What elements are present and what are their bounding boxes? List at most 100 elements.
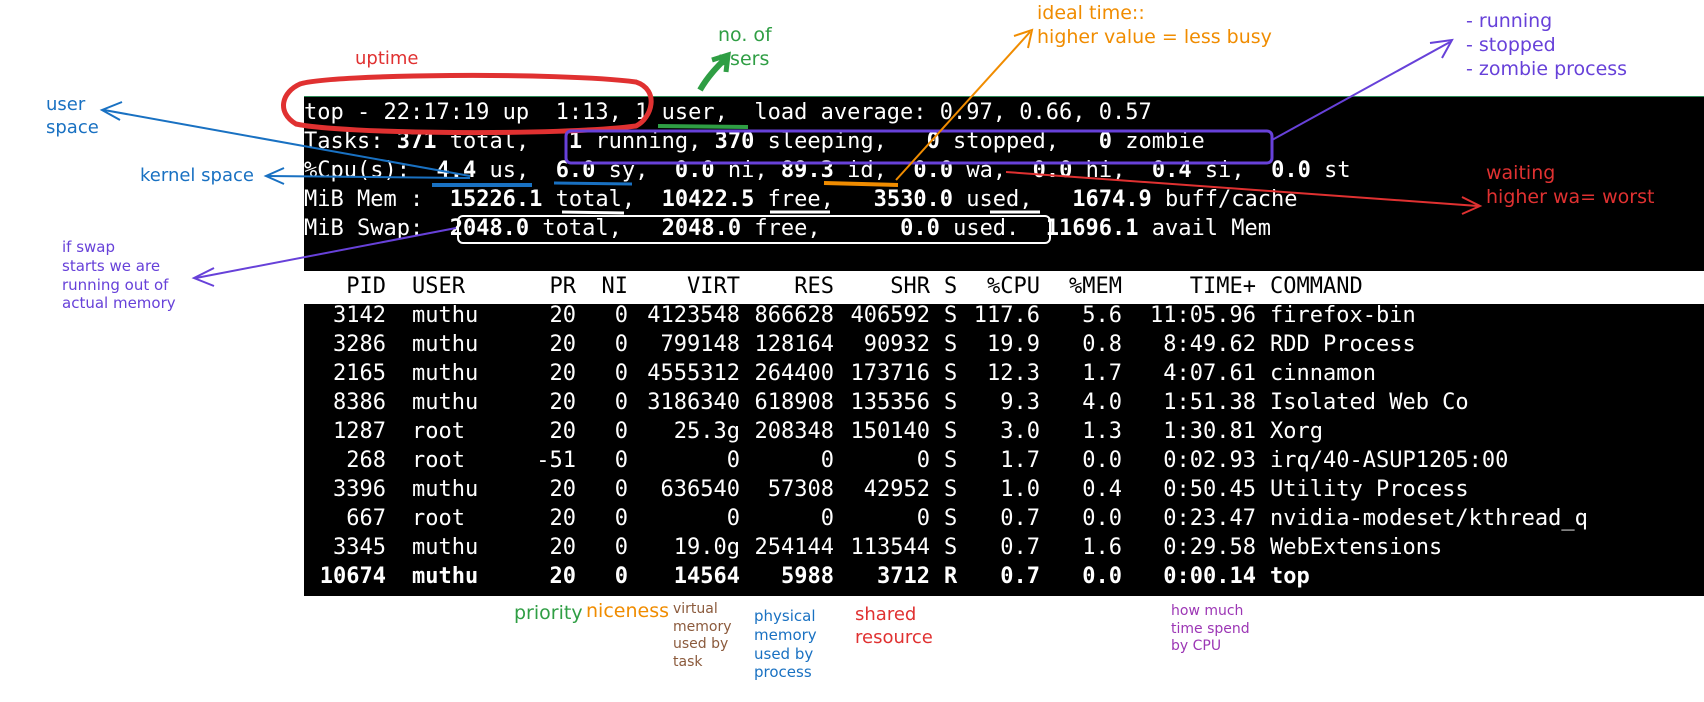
- cell-state: S: [944, 390, 958, 415]
- cell-pid: 268: [346, 448, 386, 473]
- header-user: USER: [412, 274, 465, 299]
- table-row: 1287 root 20 0 25.3g 208348 150140 S 3.0 1.3 1:30.…: [304, 417, 1704, 446]
- cell-res: 0: [820, 506, 834, 531]
- cell-user: muthu: [412, 361, 479, 386]
- cell-ni: 0: [614, 477, 628, 502]
- cell-cpu: 1.7: [1000, 448, 1040, 473]
- table-row: 3286 muthu 20 0 799148 128164 90932 S 19.9 0.8 8:4…: [304, 330, 1704, 359]
- cell-mem: 5.6: [1082, 303, 1122, 328]
- cell-time: 0:02.93: [1163, 448, 1256, 473]
- summary-line-uptime: top - 22:17:19 up 1:13, 1 user, load ave…: [304, 100, 1152, 125]
- kernel-space-arrowhead: [263, 167, 285, 185]
- cell-pr: -51: [536, 448, 576, 473]
- cell-cpu: 19.9: [987, 332, 1040, 357]
- cell-state: S: [944, 361, 958, 386]
- cell-state: S: [944, 419, 958, 444]
- header-res: RES: [794, 274, 834, 299]
- table-row: 3396 muthu 20 0 636540 57308 42952 S 1.0 0.4 0:50.…: [304, 475, 1704, 504]
- header-time: TIME+: [1189, 274, 1256, 299]
- header-virt: VIRT: [687, 274, 740, 299]
- annotation-user-space: user space: [46, 94, 99, 138]
- cell-user: muthu: [412, 535, 479, 560]
- cell-cpu: 3.0: [1000, 419, 1040, 444]
- header-shr: SHR: [890, 274, 930, 299]
- cell-pr: 20: [549, 535, 577, 560]
- cell-virt: 3186340: [647, 390, 740, 415]
- cell-command: Xorg: [1270, 419, 1323, 444]
- cell-command: RDD Process: [1270, 332, 1416, 357]
- cell-mem: 4.0: [1082, 390, 1122, 415]
- cell-ni: 0: [614, 332, 628, 357]
- cell-shr: 173716: [850, 361, 930, 386]
- cell-cpu: 12.3: [987, 361, 1040, 386]
- cell-pid: 3142: [333, 303, 386, 328]
- cell-res: 128164: [754, 332, 834, 357]
- cell-user: root: [412, 506, 465, 531]
- cell-user: muthu: [412, 477, 479, 502]
- cell-res: 57308: [767, 477, 834, 502]
- header-cpu: %CPU: [987, 274, 1040, 299]
- cell-mem: 0.0: [1082, 448, 1122, 473]
- table-row: 268 root -51 0 0 0 0 S 1.7 0.0 0:02.93 irq/40-ASUP1…: [304, 446, 1704, 475]
- cell-ni: 0: [614, 419, 628, 444]
- annotation-uptime: uptime: [355, 48, 419, 69]
- annotation-users: no. of users: [718, 24, 772, 70]
- cell-pid: 3286: [333, 332, 386, 357]
- cell-command: top: [1270, 564, 1310, 589]
- cell-user: muthu: [412, 303, 479, 328]
- annotation-cpu-time: how much time spend by CPU: [1171, 603, 1250, 654]
- states-arrowhead: [1429, 38, 1454, 59]
- cell-cpu: 0.7: [1000, 506, 1040, 531]
- cell-pid: 3345: [333, 535, 386, 560]
- cell-pid: 667: [346, 506, 386, 531]
- ideal-arrowhead: [1013, 28, 1034, 49]
- table-row: 8386 muthu 20 0 3186340 618908 135356 S 9.3 4.0 1:…: [304, 388, 1704, 417]
- cell-command: firefox-bin: [1270, 303, 1416, 328]
- cell-cpu: 0.7: [1000, 535, 1040, 560]
- cell-res: 264400: [754, 361, 834, 386]
- annotation-waiting: waiting higher wa= worst: [1486, 162, 1655, 208]
- cell-time: 0:00.14: [1163, 564, 1256, 589]
- cell-cpu: 1.0: [1000, 477, 1040, 502]
- cell-res: 5988: [781, 564, 834, 589]
- cell-mem: 0.0: [1082, 506, 1122, 531]
- cell-state: R: [944, 564, 958, 589]
- cell-shr: 42952: [863, 477, 930, 502]
- cell-pr: 20: [549, 506, 577, 531]
- cell-pid: 3396: [333, 477, 386, 502]
- cell-shr: 135356: [850, 390, 930, 415]
- table-row: 3142 muthu 20 0 4123548 866628 406592 S 117.6 5.6…: [304, 301, 1704, 330]
- swap-arrowhead: [191, 267, 215, 287]
- cell-virt: 25.3g: [673, 419, 740, 444]
- annotation-swap: if swap starts we are running out of act…: [62, 238, 176, 313]
- cell-virt: 0: [726, 448, 740, 473]
- table-header: PID USER PR NI VIRT RES SHR S %CPU %MEM TIME+ COMMA…: [304, 272, 1704, 301]
- cell-time: 8:49.62: [1163, 332, 1256, 357]
- cell-state: S: [944, 448, 958, 473]
- summary-line-mem: MiB Mem : 15226.1 total, 10422.5 free, 3…: [304, 187, 1298, 212]
- cell-state: S: [944, 303, 958, 328]
- cell-virt: 19.0g: [673, 535, 740, 560]
- summary-line-cpu: %Cpu(s): 4.4 us, 6.0 sy, 0.0 ni, 89.3 id…: [304, 158, 1351, 183]
- header-mem: %MEM: [1069, 274, 1122, 299]
- annotation-virtual-memory: virtual memory used by task: [673, 601, 732, 670]
- header-state: S: [944, 274, 958, 299]
- cell-virt: 4555312: [647, 361, 740, 386]
- cell-command: nvidia-modeset/kthread_q: [1270, 506, 1588, 531]
- cell-res: 208348: [754, 419, 834, 444]
- cell-mem: 0.4: [1082, 477, 1122, 502]
- header-command: COMMAND: [1270, 274, 1363, 299]
- annotation-physical-memory: physical memory used by process: [754, 607, 817, 682]
- cell-virt: 14564: [673, 564, 740, 589]
- cell-shr: 113544: [850, 535, 930, 560]
- cell-command: WebExtensions: [1270, 535, 1443, 560]
- user-space-arrowhead: [99, 101, 123, 121]
- cell-virt: 636540: [660, 477, 740, 502]
- cell-time: 0:50.45: [1163, 477, 1256, 502]
- cell-time: 0:23.47: [1163, 506, 1256, 531]
- cell-virt: 4123548: [647, 303, 740, 328]
- cell-state: S: [944, 506, 958, 531]
- cell-ni: 0: [614, 564, 628, 589]
- annotation-priority: priority: [514, 602, 583, 624]
- cell-shr: 3712: [877, 564, 930, 589]
